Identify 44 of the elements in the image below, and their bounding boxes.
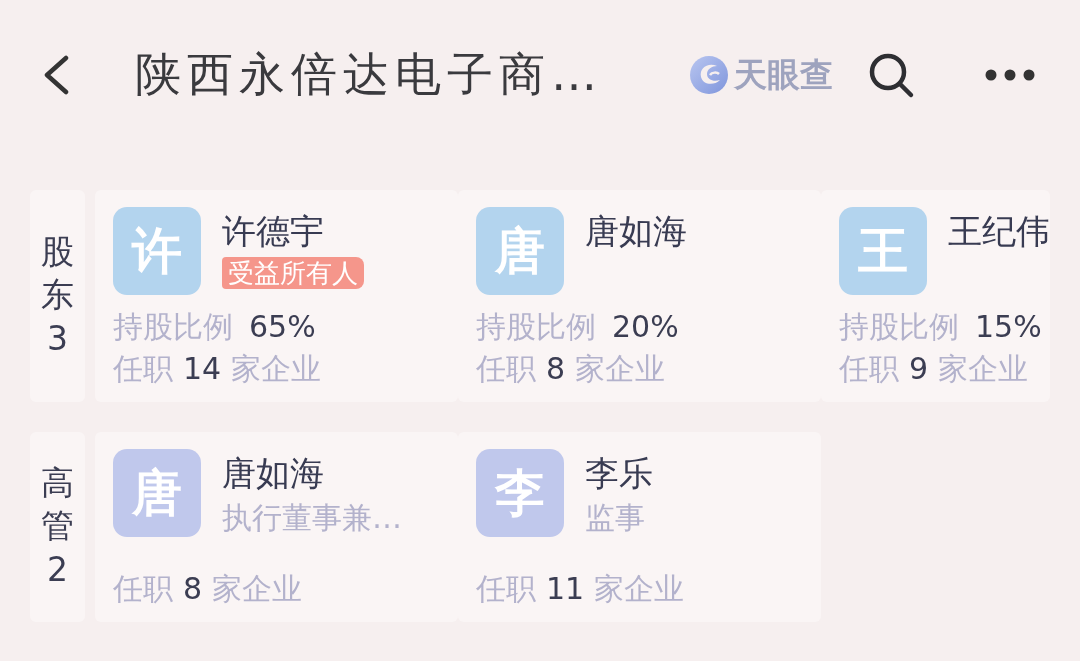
post-label: 任职 <box>476 351 536 386</box>
post-unit: 家企业 <box>938 351 1029 386</box>
beneficial-owner-tag: 受益所有人 <box>222 257 364 289</box>
post-count: 8 <box>183 571 203 606</box>
post-count: 9 <box>909 351 929 386</box>
avatar: 唐 <box>476 207 564 295</box>
share-label: 持股比例 <box>839 309 959 344</box>
post-label: 任职 <box>113 351 173 386</box>
page-title: 陕西永倍达电子商… <box>135 46 603 103</box>
avatar: 唐 <box>113 449 201 537</box>
post-label: 任职 <box>476 571 536 606</box>
section-label: 股东 <box>41 231 74 316</box>
share-value: 15% <box>975 309 1042 344</box>
person-name[interactable]: 许德宇 <box>222 209 324 253</box>
person-name[interactable]: 唐如海 <box>585 209 687 253</box>
wave-circle-icon <box>690 56 728 94</box>
post-count: 14 <box>183 351 222 386</box>
section-count: 2 <box>47 548 68 591</box>
person-name[interactable]: 王纪伟 <box>948 209 1050 253</box>
post-count: 8 <box>546 351 566 386</box>
role-text: 执行董事兼… <box>222 501 402 535</box>
avatar: 王 <box>839 207 927 295</box>
section-label: 高管 <box>41 462 74 547</box>
post-label: 任职 <box>113 571 173 606</box>
post-label: 任职 <box>839 351 899 386</box>
person-name[interactable]: 唐如海 <box>222 451 324 495</box>
avatar: 许 <box>113 207 201 295</box>
share-label: 持股比例 <box>113 309 233 344</box>
share-value: 20% <box>612 309 679 344</box>
post-count: 11 <box>546 571 585 606</box>
post-unit: 家企业 <box>231 351 322 386</box>
share-label: 持股比例 <box>476 309 596 344</box>
role-text: 监事 <box>585 501 645 535</box>
post-unit: 家企业 <box>575 351 666 386</box>
brand-name: 天眼查 <box>734 53 833 96</box>
back-icon[interactable] <box>42 55 70 95</box>
section-count: 3 <box>47 317 68 360</box>
person-name[interactable]: 李乐 <box>585 451 653 495</box>
post-unit: 家企业 <box>594 571 685 606</box>
more-icon[interactable] <box>985 69 1035 81</box>
share-value: 65% <box>249 309 316 344</box>
post-unit: 家企业 <box>212 571 303 606</box>
search-icon[interactable] <box>868 51 915 99</box>
avatar: 李 <box>476 449 564 537</box>
